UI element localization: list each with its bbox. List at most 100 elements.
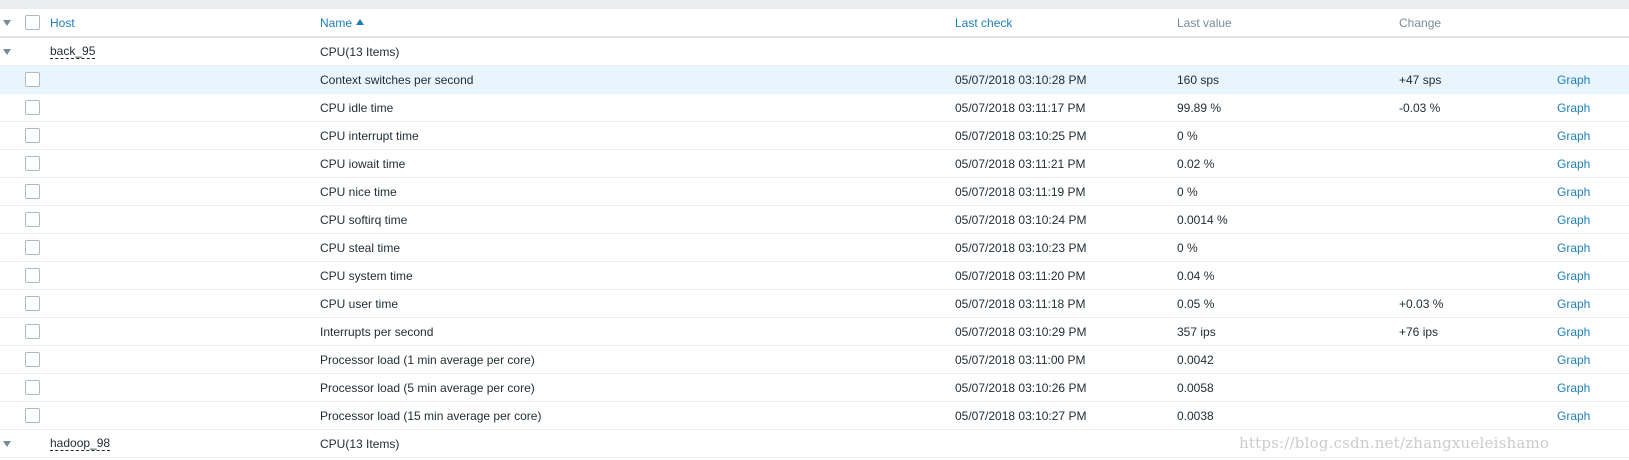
item-name: CPU iowait time [320,156,406,171]
row-checkbox[interactable] [23,94,41,121]
watermark: https://blog.csdn.net/zhangxueleishamo [1239,434,1550,452]
item-last-check: 05/07/2018 03:11:20 PM [955,268,1086,283]
row-checkbox[interactable] [23,262,41,289]
checkbox-icon [24,72,40,87]
table-row: CPU softirq time 05/07/2018 03:10:24 PM 0.… [0,206,1629,234]
item-last-check: 05/07/2018 03:10:24 PM [955,212,1087,227]
row-checkbox[interactable] [23,290,41,317]
checkbox-icon [24,100,40,115]
table-row: Interrupts per second 05/07/2018 03:10:29… [0,318,1629,346]
graph-link[interactable]: Graph [1557,178,1590,205]
graph-link[interactable]: Graph [1557,402,1590,429]
column-header-last-value: Last value [1177,15,1232,30]
graph-link[interactable]: Graph [1557,234,1590,261]
row-checkbox[interactable] [23,346,41,373]
checkbox-icon [24,324,40,339]
table-row: CPU idle time 05/07/2018 03:11:17 PM 99.89… [0,94,1629,122]
checkbox-icon [24,408,40,423]
checkbox-icon [24,128,40,143]
row-checkbox[interactable] [23,66,41,93]
application-cell: CPU (13 Items) [320,430,399,457]
item-last-value: 160 sps [1177,72,1220,87]
column-header-name[interactable]: Name [320,9,365,36]
application-item-count: (13 Items) [345,44,400,59]
item-last-check: 05/07/2018 03:10:28 PM [955,72,1087,87]
triangle-down-icon [3,48,11,55]
row-checkbox[interactable] [23,150,41,177]
item-last-value: 0.05 % [1177,296,1215,311]
row-checkbox[interactable] [23,234,41,261]
item-last-value: 357 ips [1177,324,1216,339]
column-header-name-label: Name [320,15,353,30]
graph-link[interactable]: Graph [1557,66,1590,93]
graph-link[interactable]: Graph [1557,122,1590,149]
item-name: CPU user time [320,296,399,311]
graph-link[interactable]: Graph [1557,206,1590,233]
item-name: Processor load (1 min average per core) [320,352,535,367]
triangle-down-icon [3,440,11,447]
checkbox-icon [24,240,40,255]
checkbox-icon [24,156,40,171]
table-row: CPU interrupt time 05/07/2018 03:10:25 PM… [0,122,1629,150]
checkbox-icon [24,15,40,30]
item-name: CPU nice time [320,184,397,199]
graph-link[interactable]: Graph [1557,346,1590,373]
table-row: CPU system time 05/07/2018 03:11:20 PM 0.0… [0,262,1629,290]
item-change: -0.03 % [1399,100,1441,115]
group-collapse-toggle[interactable] [0,38,14,65]
graph-link[interactable]: Graph [1557,94,1590,121]
item-name: Interrupts per second [320,324,434,339]
collapse-all-toggle[interactable] [0,9,14,36]
item-name: CPU steal time [320,240,401,255]
row-checkbox[interactable] [23,178,41,205]
table-row: CPU user time 05/07/2018 03:11:18 PM 0.05 … [0,290,1629,318]
item-name: Context switches per second [320,72,474,87]
table-row: Processor load (15 min average per core)… [0,402,1629,430]
graph-link[interactable]: Graph [1557,318,1590,345]
column-header-change: Change [1399,15,1442,30]
row-checkbox[interactable] [23,402,41,429]
group-row: back_95 CPU (13 Items) [0,38,1629,66]
item-last-check: 05/07/2018 03:11:19 PM [955,184,1086,199]
graph-link[interactable]: Graph [1557,150,1590,177]
group-collapse-toggle[interactable] [0,430,14,457]
host-cell: back_95 [50,38,96,65]
item-last-value: 0.02 % [1177,156,1215,171]
application-name: CPU [320,436,346,451]
item-name: CPU system time [320,268,413,283]
row-checkbox[interactable] [23,206,41,233]
host-link[interactable]: hadoop_98 [50,436,111,451]
checkbox-icon [24,352,40,367]
item-last-value: 0.04 % [1177,268,1215,283]
graph-link[interactable]: Graph [1557,290,1590,317]
graph-link[interactable]: Graph [1557,262,1590,289]
checkbox-icon [24,212,40,227]
column-header-last-check[interactable]: Last check [955,9,1012,36]
row-checkbox[interactable] [23,318,41,345]
row-checkbox[interactable] [23,374,41,401]
row-checkbox[interactable] [23,122,41,149]
table-header: Host Name Last check Last value Change [0,9,1629,38]
item-last-value: 0.0058 [1177,380,1214,395]
host-cell: hadoop_98 [50,430,111,457]
select-all-checkbox[interactable] [23,9,41,36]
item-change: +0.03 % [1399,296,1444,311]
item-last-value: 0 % [1177,240,1198,255]
column-header-host[interactable]: Host [50,9,75,36]
item-last-value: 0.0038 [1177,408,1214,423]
sort-ascending-icon [356,18,365,25]
top-band [0,0,1629,9]
table-row: CPU steal time 05/07/2018 03:10:23 PM 0 % G… [0,234,1629,262]
item-last-check: 05/07/2018 03:10:27 PM [955,408,1087,423]
item-change: +76 ips [1399,324,1439,339]
checkbox-icon [24,380,40,395]
item-name: CPU softirq time [320,212,408,227]
triangle-down-icon [3,19,11,26]
host-link[interactable]: back_95 [50,44,96,59]
graph-link[interactable]: Graph [1557,374,1590,401]
item-last-check: 05/07/2018 03:11:18 PM [955,296,1086,311]
item-name: Processor load (15 min average per core) [320,408,542,423]
checkbox-icon [24,184,40,199]
checkbox-icon [24,268,40,283]
application-cell: CPU (13 Items) [320,38,399,65]
